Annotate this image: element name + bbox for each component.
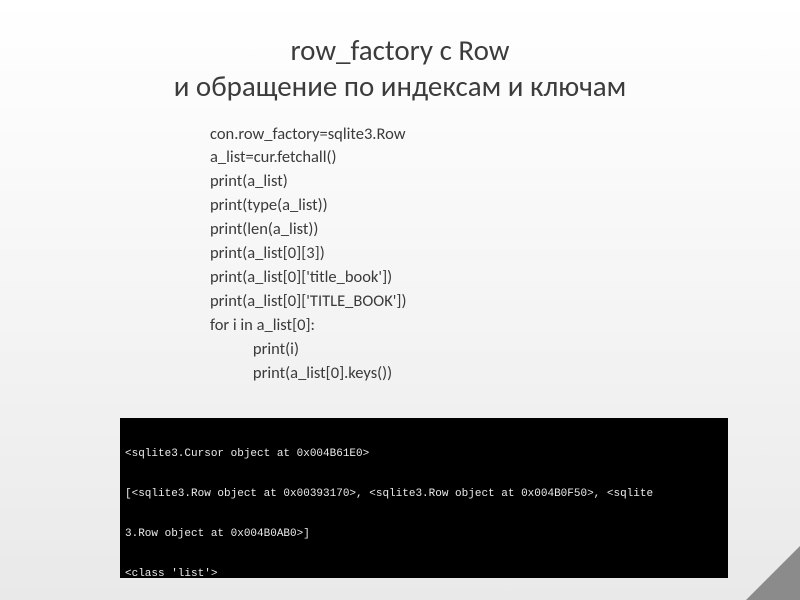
terminal-line: [<sqlite3.Row object at 0x00393170>, <sq… (125, 488, 723, 501)
title-line-1: row_factory c Row (0, 32, 800, 68)
code-line: print(type(a_list)) (210, 194, 800, 218)
code-line: print(a_list[0].keys()) (210, 362, 800, 386)
code-line: print(i) (210, 338, 800, 362)
slide-title: row_factory c Row и обращение по индекса… (0, 0, 800, 113)
code-line: print(a_list) (210, 170, 800, 194)
code-block: con.row_factory=sqlite3.Row a_list=cur.f… (210, 123, 800, 386)
code-line: a_list=cur.fetchall() (210, 146, 800, 170)
corner-accent-icon (746, 546, 800, 600)
title-line-2: и обращение по индексам и ключам (0, 68, 800, 104)
slide: row_factory c Row и обращение по индекса… (0, 0, 800, 600)
code-line: print(a_list[0]['title_book']) (210, 266, 800, 290)
code-line: print(a_list[0]['TITLE_BOOK']) (210, 290, 800, 314)
terminal-output: <sqlite3.Cursor object at 0x004B61E0> [<… (120, 418, 728, 578)
code-line: con.row_factory=sqlite3.Row (210, 123, 800, 147)
terminal-line: <sqlite3.Cursor object at 0x004B61E0> (125, 448, 723, 461)
code-line: print(a_list[0][3]) (210, 242, 800, 266)
code-line: for i in a_list[0]: (210, 314, 800, 338)
terminal-line: <class 'list'> (125, 568, 723, 578)
terminal-line: 3.Row object at 0x004B0AB0>] (125, 528, 723, 541)
code-line: print(len(a_list)) (210, 218, 800, 242)
